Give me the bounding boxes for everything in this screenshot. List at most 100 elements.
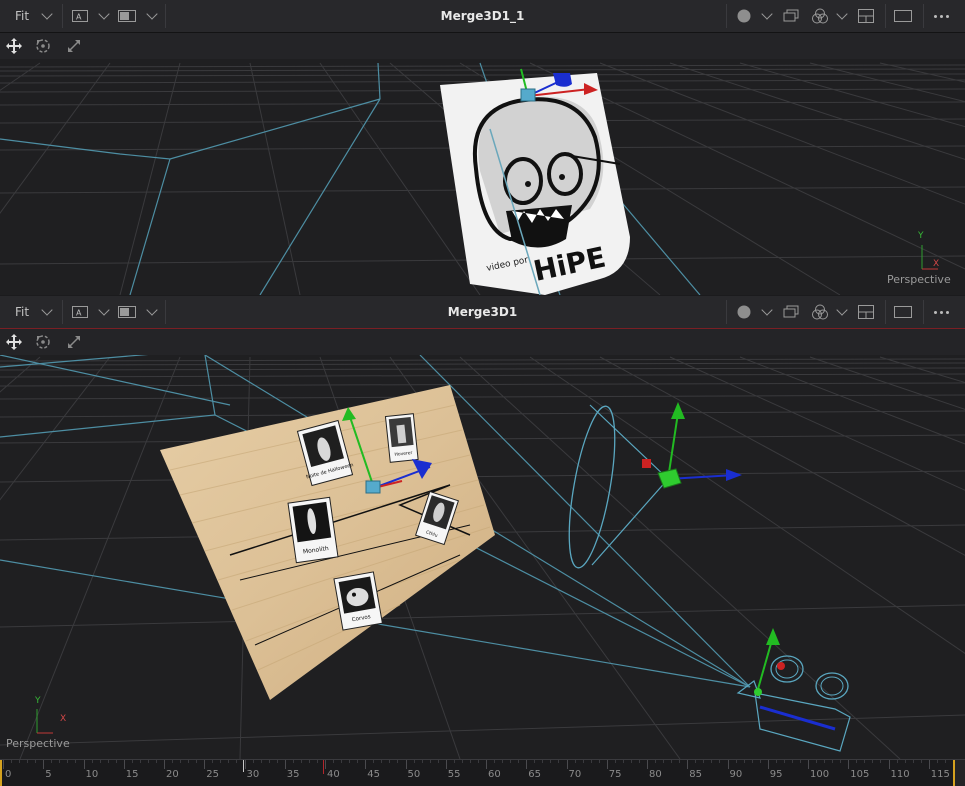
timeline-tick [365,760,367,769]
rotate-icon [36,335,50,349]
polaroid-3[interactable]: Monolith [287,496,339,564]
playhead[interactable] [242,760,244,772]
stack-button[interactable] [783,0,799,32]
move-icon [6,38,22,54]
range-start-marker[interactable] [0,760,2,786]
timeline-minor-tick [300,760,302,763]
rgb-icon [812,8,828,24]
current-frame-marker[interactable] [323,760,324,774]
timeline-minor-tick [783,760,785,763]
scale-tool[interactable] [62,35,86,57]
timeline-minor-tick [349,760,351,763]
channel-a-button[interactable]: A [72,0,110,32]
timeline-minor-tick [816,760,818,763]
scale-icon [68,336,80,348]
timeline-minor-tick [864,760,866,763]
timeline-tick-label: 50 [407,769,421,780]
timeline-tick-label: 20 [166,769,179,780]
channel-a-button[interactable]: A [72,296,110,328]
scale-tool[interactable] [62,331,86,353]
timeline-tick [244,760,246,769]
rgb-dropdown[interactable] [812,296,848,328]
rotate-tool[interactable] [31,331,55,353]
scene-3d-bottom: Noite de Halloween Hoverer Monolith Cthl… [0,355,965,759]
fit-dropdown[interactable]: Fit [15,296,53,328]
color-circle-icon [737,9,751,23]
timeline-minor-tick [904,760,906,763]
viewer-header-bottom: Fit A Merge3D1 [0,296,965,329]
timeline-minor-tick [477,760,479,763]
move-tool[interactable] [2,35,26,57]
timeline-tick-label: 90 [729,769,743,780]
range-end-marker[interactable] [953,760,955,786]
timeline-minor-tick [27,760,29,763]
display-button[interactable] [118,0,158,32]
timeline-tick [687,760,689,769]
timeline-tick [405,760,407,769]
timeline-minor-tick [502,760,504,763]
color-dropdown[interactable] [737,296,773,328]
timeline-minor-tick [759,760,761,763]
fit-dropdown[interactable]: Fit [15,0,53,32]
more-button[interactable] [934,0,949,32]
timeline-minor-tick [292,760,294,763]
fit-label: Fit [15,9,30,23]
timeline-minor-tick [791,760,793,763]
stack-icon [783,9,799,22]
viewport-3d-top[interactable]: video por HiPE Y X Perspective [0,59,965,295]
display-button[interactable] [118,296,158,328]
timeline-minor-tick [469,760,471,763]
timeline-minor-tick [936,760,938,763]
timeline-minor-tick [550,760,552,763]
rgb-dropdown[interactable] [812,0,848,32]
timeline-minor-tick [316,760,318,763]
move-tool[interactable] [2,331,26,353]
color-dropdown[interactable] [737,0,773,32]
fullscreen-button[interactable] [894,0,912,32]
timeline-tick-label: 15 [125,769,139,780]
channel-a-icon: A [72,306,88,318]
timeline-minor-tick [799,760,801,763]
timeline-minor-tick [840,760,842,763]
timeline-tick [888,760,890,769]
timeline-minor-tick [139,760,141,763]
timeline-minor-tick [373,760,375,763]
polaroid-5[interactable]: Corvos [333,571,383,631]
timeline-minor-tick [614,760,616,763]
timeline-tick [526,760,528,769]
timeline-minor-tick [494,760,496,763]
timeline-minor-tick [679,760,681,763]
chevron-down-icon [761,304,773,316]
screen-icon [118,10,136,22]
timeline-minor-tick [920,760,922,763]
split-icon [858,305,874,319]
timeline-minor-tick [397,760,399,763]
timeline-minor-tick [333,760,335,763]
timeline-ruler[interactable]: 0 5 10 15 20 25 30 35 40 45 50 55 60 65 70 75 80 85 90 95 10… [0,759,965,786]
more-button[interactable] [934,296,949,328]
stack-button[interactable] [783,296,799,328]
timeline-minor-tick [67,760,69,763]
chevron-down-icon [98,304,110,316]
split-button[interactable] [858,0,874,32]
timeline-minor-tick [558,760,560,763]
timeline-tick-label: 60 [488,769,501,780]
fullscreen-button[interactable] [894,296,912,328]
split-button[interactable] [858,296,874,328]
svg-text:A: A [76,309,82,318]
timeline-minor-tick [107,760,109,763]
timeline-tick-label: 5 [45,769,52,780]
fullscreen-icon [894,10,912,22]
timeline-minor-tick [131,760,133,763]
polaroid-2[interactable]: Hoverer [384,413,419,463]
timeline-minor-tick [75,760,77,763]
timeline-minor-tick [51,760,53,763]
timeline-tick-label: 45 [367,769,380,780]
timeline-minor-tick [590,760,592,763]
timeline-minor-tick [180,760,182,763]
axis-y-label: Y [35,696,41,706]
timeline-minor-tick [381,760,383,763]
timeline-tick [83,760,85,769]
rotate-tool[interactable] [31,35,55,57]
viewport-3d-bottom[interactable]: Noite de Halloween Hoverer Monolith Cthl… [0,355,965,759]
